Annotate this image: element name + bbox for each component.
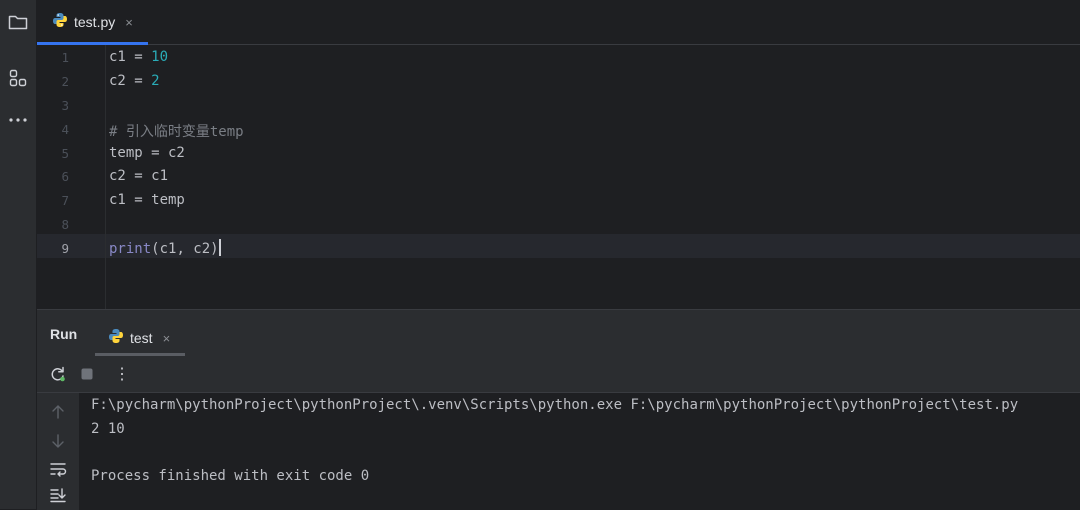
number-literal: 2 <box>151 73 160 89</box>
code-line-5[interactable]: temp = c2 <box>109 145 185 161</box>
folder-icon[interactable] <box>6 10 30 34</box>
gutter-divider <box>105 45 106 309</box>
more-vertical-icon[interactable]: ⋮ <box>112 364 132 384</box>
tool-window-strip <box>0 0 37 509</box>
editor[interactable]: test.py × 1 2 3 4 5 6 7 8 9 c1 = 10 c2 =… <box>37 0 1080 309</box>
code-line-6[interactable]: c2 = c1 <box>109 168 168 184</box>
structure-icon[interactable] <box>6 66 30 90</box>
stop-icon[interactable] <box>77 364 97 384</box>
soft-wrap-icon[interactable] <box>48 459 68 479</box>
run-toolbar: ⋮ <box>37 356 1080 393</box>
run-tab-label: test <box>130 330 153 346</box>
line-number: 3 <box>61 98 69 113</box>
run-title: Run <box>50 326 78 342</box>
more-label: ⋮ <box>114 366 130 383</box>
code-line-9[interactable]: print(c1, c2) <box>109 239 221 257</box>
arrow-up-icon[interactable] <box>48 402 68 422</box>
code-comment[interactable]: # 引入临时变量temp <box>109 121 244 141</box>
line-number: 6 <box>61 169 69 184</box>
call-arguments: (c1, c2) <box>151 241 219 257</box>
identifier: c2 <box>109 73 126 89</box>
operator: = <box>125 49 152 65</box>
console-side-toolbar <box>37 393 79 510</box>
code-line-2[interactable]: c2 = 2 <box>109 73 160 89</box>
code-line-1[interactable]: c1 = 10 <box>109 49 168 65</box>
line-number: 9 <box>61 241 69 256</box>
python-icon <box>108 328 124 349</box>
rerun-icon[interactable] <box>48 364 68 384</box>
line-number: 2 <box>61 74 69 89</box>
editor-tab-bar: test.py × <box>37 0 1080 45</box>
run-tool-window: Run test × ⋮ F:\pycharm\pythonProject\py… <box>37 309 1080 510</box>
run-header: Run test × <box>37 310 1080 356</box>
close-icon[interactable]: × <box>163 331 171 346</box>
identifier: c1 <box>109 49 126 65</box>
tab-label: test.py <box>74 14 116 30</box>
console-output-line: 2 10 <box>91 421 125 437</box>
python-icon <box>52 12 68 33</box>
line-number-gutter[interactable]: 1 2 3 4 5 6 7 8 9 <box>37 45 105 309</box>
arrow-down-icon[interactable] <box>48 431 68 451</box>
more-horizontal-icon[interactable] <box>6 108 30 132</box>
line-number: 8 <box>61 217 69 232</box>
code-line-7[interactable]: c1 = temp <box>109 192 185 208</box>
line-number: 1 <box>61 50 69 65</box>
text-caret <box>218 239 221 256</box>
number-literal: 10 <box>151 49 169 65</box>
line-number: 4 <box>61 122 69 137</box>
scroll-to-end-icon[interactable] <box>48 485 68 505</box>
builtin-function: print <box>109 241 152 257</box>
line-number: 7 <box>61 193 69 208</box>
operator: = <box>125 73 152 89</box>
close-icon[interactable]: × <box>125 15 133 30</box>
console-output-line: Process finished with exit code 0 <box>91 468 370 484</box>
console-output-line: F:\pycharm\pythonProject\pythonProject\.… <box>91 397 1019 413</box>
tab-test-py[interactable]: test.py × <box>37 0 148 45</box>
tab-run-test[interactable]: test × <box>95 320 185 356</box>
line-number: 5 <box>61 146 69 161</box>
